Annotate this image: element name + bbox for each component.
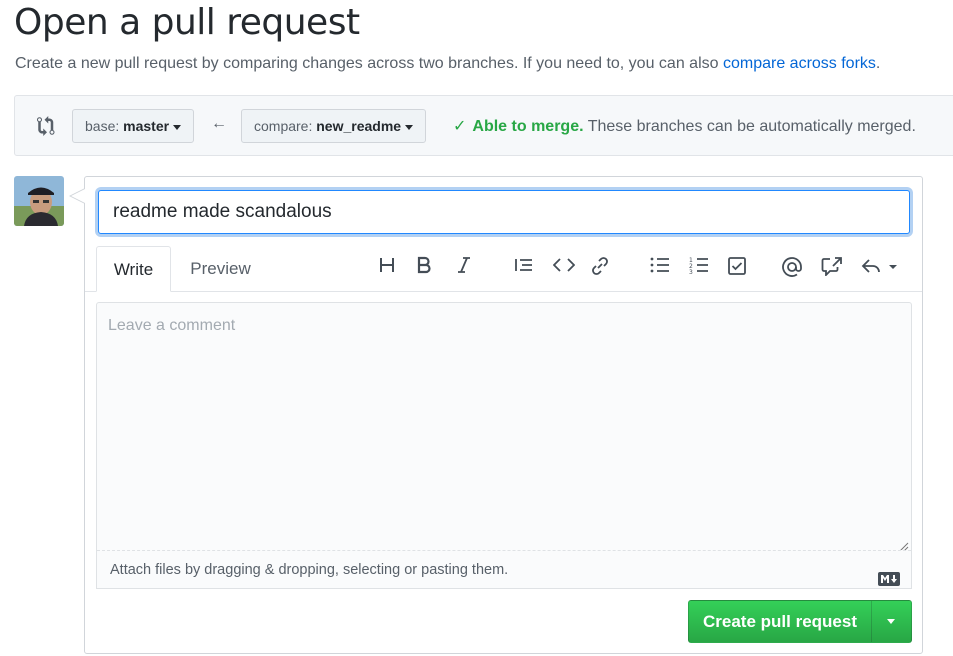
- arrow-left-icon: ←: [211, 115, 227, 132]
- attach-files-bar[interactable]: Attach files by dragging & dropping, sel…: [97, 550, 911, 588]
- compare-branch-button[interactable]: compare: new_readme: [241, 109, 427, 143]
- chevron-down-icon: [405, 124, 414, 130]
- quote-icon[interactable]: [512, 255, 536, 277]
- create-pull-request-button-group: Create pull request: [688, 600, 912, 643]
- code-icon[interactable]: [552, 255, 576, 277]
- compare-across-forks-link[interactable]: compare across forks: [723, 55, 876, 72]
- comment-area: Attach files by dragging & dropping, sel…: [96, 302, 912, 589]
- merge-status: ✓ Able to merge. These branches can be au…: [453, 116, 916, 136]
- bold-icon[interactable]: [412, 255, 436, 277]
- bulleted-list-icon[interactable]: [648, 255, 672, 277]
- header-icon[interactable]: [375, 255, 399, 277]
- base-branch-name: master: [123, 118, 170, 134]
- comment-textarea[interactable]: [97, 303, 911, 551]
- tabs-divider: [85, 291, 922, 292]
- base-prefix: base:: [85, 118, 120, 134]
- create-options-dropdown[interactable]: [872, 601, 911, 642]
- avatar: [14, 176, 64, 226]
- base-branch-button[interactable]: base: master: [72, 109, 195, 143]
- tab-preview[interactable]: Preview: [183, 246, 258, 292]
- mention-icon[interactable]: [780, 255, 804, 277]
- compare-branch-name: new_readme: [316, 118, 402, 134]
- chevron-down-icon: [173, 124, 182, 130]
- task-list-icon[interactable]: [725, 255, 749, 277]
- subtitle-period: .: [875, 55, 881, 72]
- merge-ok-label: Able to merge.: [472, 118, 584, 135]
- page-title: Open a pull request: [14, 2, 360, 43]
- subtitle-text: Create a new pull request by comparing c…: [15, 55, 723, 72]
- tab-write[interactable]: Write: [96, 246, 171, 292]
- markdown-icon[interactable]: [878, 563, 900, 601]
- compare-prefix: compare:: [254, 118, 313, 134]
- reference-icon[interactable]: [820, 255, 844, 277]
- page-subtitle: Create a new pull request by comparing c…: [15, 55, 880, 73]
- reply-icon[interactable]: [860, 255, 902, 277]
- italic-icon[interactable]: [452, 255, 476, 277]
- numbered-list-icon[interactable]: 123: [687, 255, 711, 277]
- create-pull-request-button[interactable]: Create pull request: [689, 601, 871, 642]
- svg-text:3: 3: [689, 269, 693, 274]
- pr-title-input[interactable]: [98, 190, 910, 234]
- attach-files-text: Attach files by dragging & dropping, sel…: [110, 562, 509, 578]
- pull-request-form: Write Preview 123 Attac: [69, 176, 923, 654]
- check-icon: ✓: [453, 118, 467, 135]
- range-editor: base: master ← compare: new_readme ✓ Able…: [14, 95, 953, 156]
- chevron-down-icon: [887, 619, 895, 624]
- merge-detail: These branches can be automatically merg…: [587, 118, 916, 135]
- git-compare-icon: [37, 116, 57, 136]
- link-icon[interactable]: [588, 255, 612, 277]
- resize-handle-icon[interactable]: [899, 539, 909, 552]
